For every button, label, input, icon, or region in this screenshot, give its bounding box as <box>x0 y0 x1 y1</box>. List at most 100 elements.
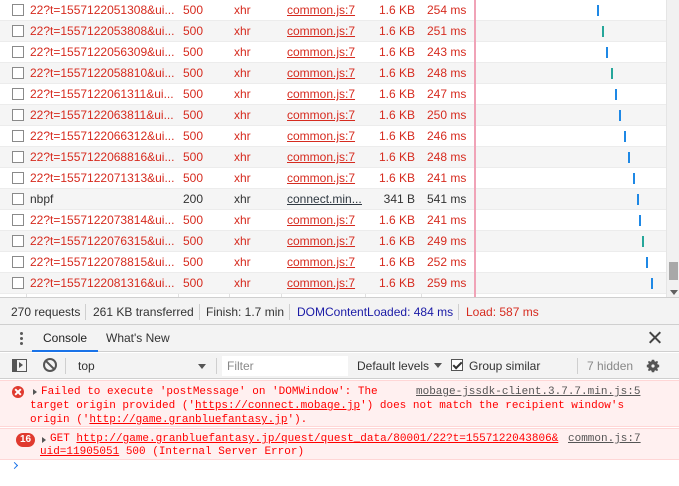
request-status: 500 <box>183 255 204 269</box>
scroll-down-arrow-icon[interactable] <box>670 290 678 295</box>
network-request-row[interactable]: 22?t=1557122056309&ui... 500 xhr common.js:… <box>0 42 666 63</box>
network-request-row[interactable]: 22?t=1557122078815&ui... 500 xhr common.js:… <box>0 252 666 273</box>
request-checkbox[interactable] <box>12 172 24 184</box>
show-sidebar-icon[interactable] <box>12 359 27 372</box>
group-similar-label[interactable]: Group similar <box>469 359 540 373</box>
request-checkbox[interactable] <box>12 277 24 289</box>
console-settings-gear-icon[interactable] <box>645 358 661 374</box>
request-initiator-link[interactable]: common.js:7 <box>287 84 362 104</box>
network-request-row[interactable]: 22?t=1557122066312&ui... 500 xhr common.js:… <box>0 126 666 147</box>
request-name[interactable]: 22?t=1557122056309&ui... <box>30 42 178 62</box>
request-type: xhr <box>234 234 251 248</box>
console-filter-input[interactable] <box>222 356 348 376</box>
request-name[interactable]: 22?t=1557122053808&ui... <box>30 21 178 41</box>
error-inline-link[interactable]: http://game.granbluefantasy.jp <box>89 414 287 426</box>
network-vertical-scrollbar[interactable] <box>666 0 679 297</box>
request-name[interactable]: 22?t=1557122081316&ui... <box>30 273 178 293</box>
request-checkbox[interactable] <box>12 109 24 121</box>
request-name[interactable]: 22?t=1557122068816&ui... <box>30 147 178 167</box>
error-inline-link[interactable]: https://connect.mobage.jp <box>195 400 360 412</box>
expand-triangle-icon[interactable] <box>33 389 37 395</box>
request-name[interactable]: 22?t=1557122073814&ui... <box>30 210 178 230</box>
network-request-row[interactable]: 22?t=1557122051308&ui... 500 xhr common.js:… <box>0 0 666 21</box>
request-checkbox[interactable] <box>12 256 24 268</box>
request-name[interactable]: 22?t=1557122058810&ui... <box>30 63 178 83</box>
request-name[interactable]: 22?t=1557122078815&ui... <box>30 252 178 272</box>
request-checkbox[interactable] <box>12 46 24 58</box>
request-checkbox[interactable] <box>12 130 24 142</box>
network-request-row[interactable]: nbpf 200 xhr connect.min.... 341 B 541 ms <box>0 189 666 210</box>
network-request-row[interactable]: 22?t=1557122081316&ui... 500 xhr common.js:… <box>0 273 666 294</box>
scrollbar-thumb[interactable] <box>669 262 678 280</box>
close-drawer-icon[interactable] <box>648 331 661 344</box>
tab-whats-new[interactable]: What's New <box>95 325 181 352</box>
request-time: 243 ms <box>427 45 467 59</box>
console-error-message[interactable]: Failed to execute 'postMessage' on 'DOMW… <box>0 380 679 427</box>
request-checkbox[interactable] <box>12 214 24 226</box>
request-checkbox[interactable] <box>12 25 24 37</box>
request-status: 500 <box>183 45 204 59</box>
request-initiator-link[interactable]: common.js:7 <box>287 231 362 251</box>
request-initiator-link[interactable]: common.js:7 <box>287 168 362 188</box>
error-source-link[interactable]: mobage-jssdk-client.3.7.7.min.js:5 <box>416 385 640 399</box>
request-name[interactable]: 22?t=1557122051308&ui... <box>30 0 178 20</box>
network-summary-bar: 270 requests 261 KB transferred Finish: … <box>0 297 679 325</box>
console-prompt-icon[interactable] <box>10 461 19 470</box>
request-initiator-link[interactable]: common.js:7 <box>287 42 362 62</box>
network-request-row[interactable]: 22?t=1557122068816&ui... 500 xhr common.js:… <box>0 147 666 168</box>
request-initiator-link[interactable]: common.js:7 <box>287 105 362 125</box>
console-error-message-group[interactable]: 16 GET http://game.granbluefantasy.jp/qu… <box>0 428 679 460</box>
request-initiator-link[interactable]: common.js:7 <box>287 147 362 167</box>
request-initiator-link[interactable]: connect.min.... <box>287 189 362 209</box>
context-selector[interactable]: top <box>72 357 212 375</box>
request-type: xhr <box>234 129 251 143</box>
request-checkbox[interactable] <box>12 151 24 163</box>
network-request-row[interactable]: 22?t=1557122076315&ui... 500 xhr common.js:… <box>0 231 666 252</box>
request-initiator-link[interactable]: common.js:7 <box>287 126 362 146</box>
request-name[interactable]: 22?t=1557122061311&ui... <box>30 84 178 104</box>
request-initiator-link[interactable]: common.js:7 <box>287 273 362 293</box>
request-initiator-link[interactable]: common.js:7 <box>287 210 362 230</box>
network-request-row[interactable]: 22?t=1557122061311&ui... 500 xhr common.js:… <box>0 84 666 105</box>
request-url-link[interactable]: http://game.granbluefantasy.jp/quest/que… <box>76 433 558 445</box>
waterfall-bar <box>606 47 608 58</box>
request-type: xhr <box>234 66 251 80</box>
request-status: 500 <box>183 129 204 143</box>
group-similar-checkbox[interactable] <box>451 359 463 371</box>
network-request-row[interactable]: 22?t=1557122058810&ui... 500 xhr common.js:… <box>0 63 666 84</box>
request-name[interactable]: 22?t=1557122076315&ui... <box>30 231 178 251</box>
network-request-row[interactable]: 22?t=1557122053808&ui... 500 xhr common.js:… <box>0 21 666 42</box>
waterfall-bar <box>624 131 626 142</box>
request-name[interactable]: 22?t=1557122066312&ui... <box>30 126 178 146</box>
request-initiator-link[interactable]: common.js:7 <box>287 252 362 272</box>
request-checkbox[interactable] <box>12 88 24 100</box>
request-name[interactable]: 22?t=1557122071313&ui... <box>30 168 178 188</box>
request-initiator-link[interactable]: common.js:7 <box>287 0 362 20</box>
log-levels-dropdown[interactable]: Default levels <box>357 359 443 373</box>
clear-console-icon[interactable] <box>43 358 57 372</box>
request-checkbox[interactable] <box>12 67 24 79</box>
error-source-link[interactable]: common.js:7 <box>568 432 641 446</box>
request-checkbox[interactable] <box>12 235 24 247</box>
request-checkbox[interactable] <box>12 4 24 16</box>
tab-console[interactable]: Console <box>32 325 99 352</box>
request-status: 500 <box>183 276 204 290</box>
summary-separator <box>199 304 200 320</box>
load-event-marker-line <box>474 0 476 297</box>
waterfall-bar <box>633 173 635 184</box>
request-size: 1.6 KB <box>378 171 415 185</box>
request-initiator-link[interactable]: common.js:7 <box>287 21 362 41</box>
network-request-row[interactable]: 22?t=1557122071313&ui... 500 xhr common.js:… <box>0 168 666 189</box>
request-name[interactable]: 22?t=1557122063811&ui... <box>30 105 178 125</box>
console-messages: Failed to execute 'postMessage' on 'DOMW… <box>0 379 679 486</box>
request-checkbox[interactable] <box>12 193 24 205</box>
waterfall-bar <box>615 89 617 100</box>
summary-separator <box>289 304 290 320</box>
request-name[interactable]: nbpf <box>30 189 178 209</box>
request-initiator-link[interactable]: common.js:7 <box>287 63 362 83</box>
network-request-row[interactable]: 22?t=1557122073814&ui... 500 xhr common.js:… <box>0 210 666 231</box>
request-url-link-continued[interactable]: uid=11905051 <box>40 446 119 458</box>
drawer-menu-icon[interactable] <box>20 332 23 345</box>
network-request-row[interactable]: 22?t=1557122063811&ui... 500 xhr common.js:… <box>0 105 666 126</box>
expand-triangle-icon[interactable] <box>42 437 46 443</box>
